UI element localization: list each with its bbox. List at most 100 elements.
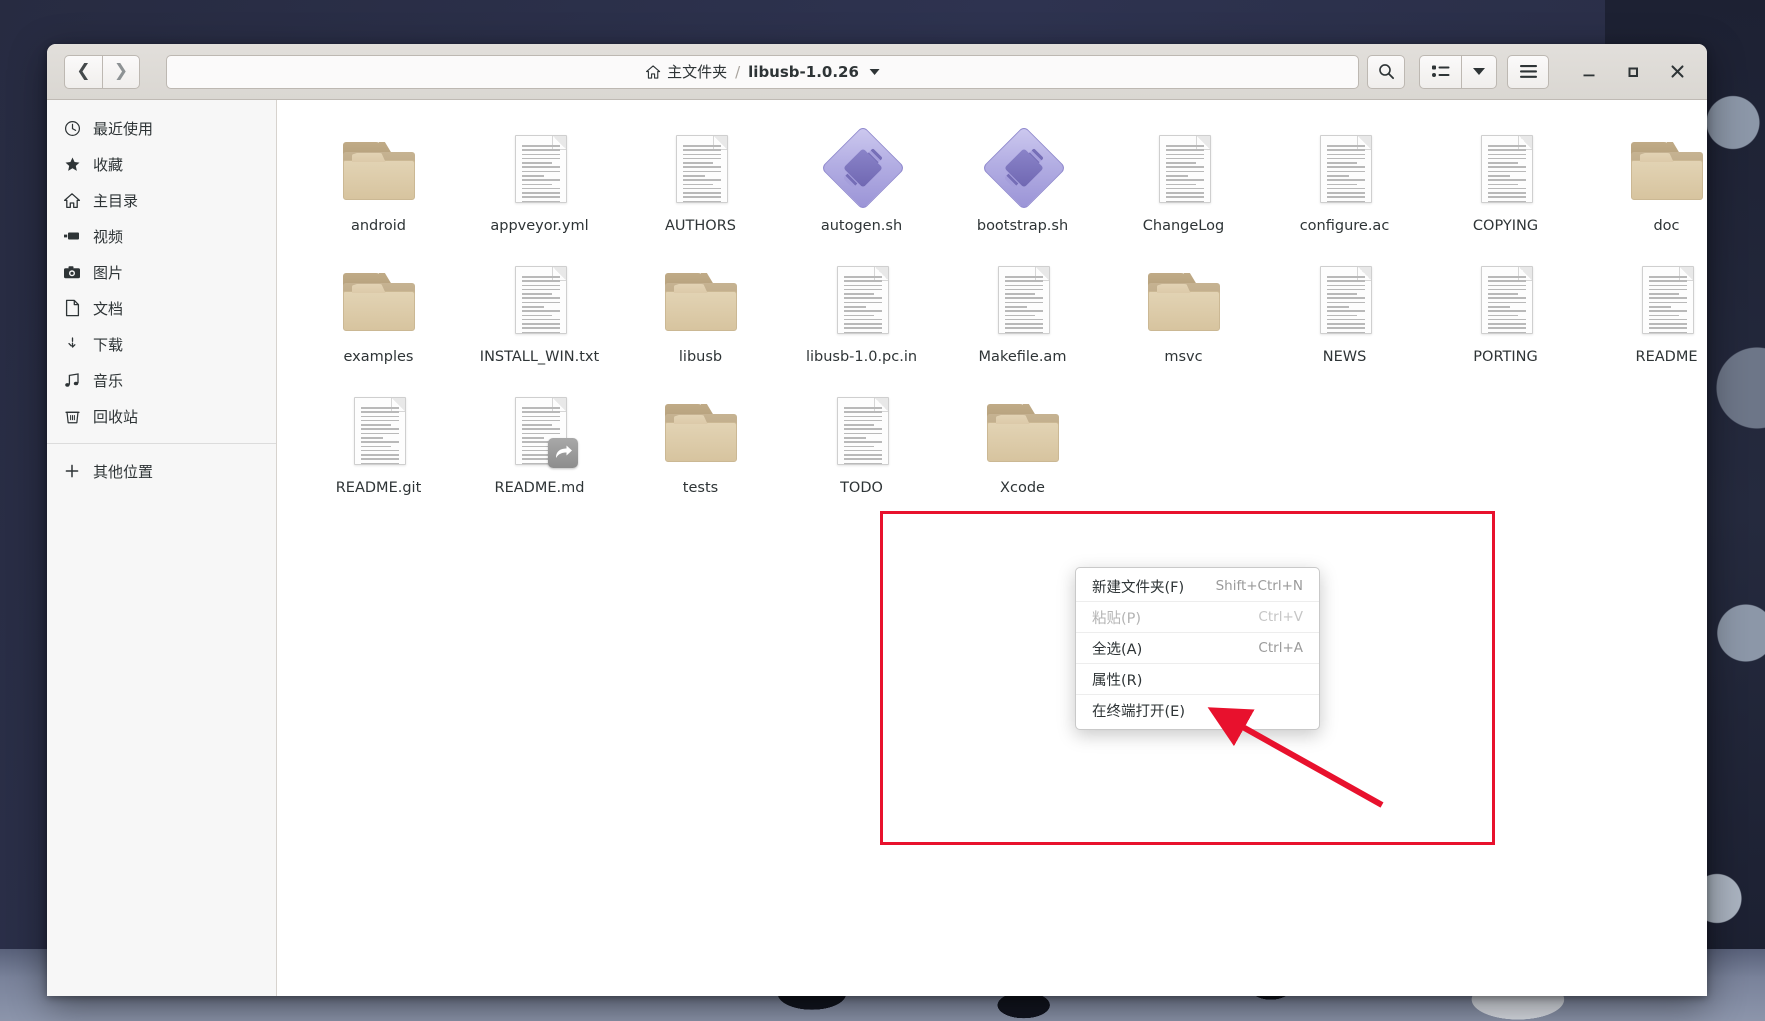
- list-view-button[interactable]: [1419, 54, 1461, 89]
- minimize-button[interactable]: [1567, 50, 1611, 94]
- folder-icon: [986, 404, 1059, 462]
- file-item[interactable]: ChangeLog: [1104, 122, 1263, 239]
- script-icon: [820, 125, 905, 211]
- sidebar-item-home[interactable]: 主目录: [47, 182, 276, 218]
- file-item[interactable]: examples: [299, 253, 458, 370]
- file-item[interactable]: README.md: [460, 384, 619, 501]
- folder-icon: [664, 273, 737, 331]
- view-dropdown-button[interactable]: [1461, 54, 1497, 89]
- sidebar-label: 下载: [93, 335, 124, 354]
- file-icon: [498, 390, 582, 474]
- document-icon: [514, 135, 567, 203]
- chevron-left-icon: ❮: [76, 61, 91, 81]
- file-item[interactable]: appveyor.yml: [460, 122, 619, 239]
- file-item[interactable]: README.git: [299, 384, 458, 501]
- forward-button[interactable]: ❯: [102, 54, 140, 89]
- video-icon: [63, 227, 81, 245]
- file-icon: [1142, 259, 1226, 343]
- sidebar-item-starred[interactable]: 收藏: [47, 146, 276, 182]
- file-item[interactable]: libusb-1.0.pc.in: [782, 253, 941, 370]
- context-menu-item[interactable]: 属性(R): [1076, 664, 1319, 695]
- context-menu-item[interactable]: 在终端打开(E): [1076, 695, 1319, 726]
- sidebar-label: 主目录: [93, 191, 139, 210]
- file-item[interactable]: tests: [621, 384, 780, 501]
- file-name-label: TODO: [840, 480, 883, 496]
- search-icon: [1378, 64, 1394, 80]
- file-item[interactable]: Xcode: [943, 384, 1102, 501]
- sidebar-item-documents[interactable]: 文档: [47, 290, 276, 326]
- chevron-right-icon: ❯: [113, 61, 129, 81]
- trash-icon: [63, 407, 81, 425]
- breadcrumb-item-current[interactable]: libusb-1.0.26: [748, 63, 880, 81]
- document-icon: [1158, 135, 1211, 203]
- file-icon: [498, 259, 582, 343]
- file-name-label: tests: [682, 480, 719, 496]
- file-item[interactable]: libusb: [621, 253, 780, 370]
- navigation-buttons: ❮ ❯: [64, 54, 140, 89]
- context-menu-item[interactable]: 全选(A) Ctrl+A: [1076, 633, 1319, 664]
- file-item[interactable]: autogen.sh: [782, 122, 941, 239]
- document-icon: [1480, 266, 1533, 334]
- context-menu-item[interactable]: 新建文件夹(F) Shift+Ctrl+N: [1076, 571, 1319, 602]
- file-item[interactable]: README: [1587, 253, 1707, 370]
- file-name-label: AUTHORS: [665, 218, 736, 234]
- file-item[interactable]: Makefile.am: [943, 253, 1102, 370]
- context-menu-item-accelerator: Ctrl+A: [1258, 640, 1303, 656]
- file-item[interactable]: AUTHORS: [621, 122, 780, 239]
- sidebar-item-recent[interactable]: 最近使用: [47, 110, 276, 146]
- sidebar-item-music[interactable]: 音乐: [47, 362, 276, 398]
- icon-grid: android appveyor.yml AUTHORS autogen.sh boot…: [299, 122, 1707, 501]
- camera-icon: [63, 263, 81, 281]
- minimize-icon: [1583, 74, 1595, 76]
- sidebar-label: 图片: [93, 263, 124, 282]
- main-menu-button[interactable]: [1507, 54, 1549, 89]
- close-button[interactable]: [1655, 50, 1699, 94]
- sidebar-item-other-locations[interactable]: 其他位置: [47, 453, 276, 489]
- file-item[interactable]: android: [299, 122, 458, 239]
- file-item[interactable]: bootstrap.sh: [943, 122, 1102, 239]
- home-icon: [645, 64, 660, 79]
- breadcrumb-item-home[interactable]: 主文件夹: [645, 61, 727, 82]
- file-name-label: PORTING: [1473, 349, 1538, 365]
- file-item[interactable]: COPYING: [1426, 122, 1585, 239]
- file-name-label: android: [350, 218, 407, 234]
- context-menu: 新建文件夹(F) Shift+Ctrl+N 粘贴(P) Ctrl+V 全选(A) Ctrl…: [1075, 567, 1320, 730]
- file-name-label: README: [1635, 349, 1698, 365]
- clock-icon: [63, 119, 81, 137]
- file-item[interactable]: NEWS: [1265, 253, 1424, 370]
- maximize-icon: [1628, 67, 1638, 77]
- window-body: 最近使用 收藏 主目录 视频 图片 文档 下载 音乐 回收站 其他位置 andr…: [47, 100, 1707, 996]
- file-icon: [1464, 259, 1548, 343]
- file-item[interactable]: msvc: [1104, 253, 1263, 370]
- file-name-label: examples: [343, 349, 414, 365]
- file-name-label: bootstrap.sh: [976, 218, 1069, 234]
- breadcrumb-separator: /: [735, 62, 741, 81]
- document-icon: [1480, 135, 1533, 203]
- sidebar-item-videos[interactable]: 视频: [47, 218, 276, 254]
- file-item[interactable]: doc: [1587, 122, 1707, 239]
- file-item[interactable]: PORTING: [1426, 253, 1585, 370]
- close-icon: [1670, 65, 1684, 78]
- context-menu-item-label: 新建文件夹(F): [1092, 579, 1185, 596]
- maximize-button[interactable]: [1611, 50, 1655, 94]
- search-button[interactable]: [1367, 54, 1405, 89]
- file-icon: [981, 125, 1066, 212]
- sidebar-item-downloads[interactable]: 下载: [47, 326, 276, 362]
- sidebar-item-pictures[interactable]: 图片: [47, 254, 276, 290]
- file-icon: [1625, 128, 1708, 212]
- download-icon: [63, 335, 81, 353]
- file-icon: [820, 259, 904, 343]
- star-icon: [63, 155, 81, 173]
- path-bar[interactable]: 主文件夹 / libusb-1.0.26: [166, 54, 1359, 89]
- file-name-label: appveyor.yml: [490, 218, 589, 234]
- file-icon: [1303, 128, 1387, 212]
- back-button[interactable]: ❮: [64, 54, 102, 89]
- file-list-area[interactable]: android appveyor.yml AUTHORS autogen.sh boot…: [277, 100, 1707, 996]
- file-item[interactable]: configure.ac: [1265, 122, 1424, 239]
- sidebar-label: 收藏: [93, 155, 124, 174]
- sidebar-item-trash[interactable]: 回收站: [47, 398, 276, 434]
- document-icon: [1319, 266, 1372, 334]
- document-icon: [1641, 266, 1694, 334]
- file-item[interactable]: TODO: [782, 384, 941, 501]
- file-item[interactable]: INSTALL_WIN.txt: [460, 253, 619, 370]
